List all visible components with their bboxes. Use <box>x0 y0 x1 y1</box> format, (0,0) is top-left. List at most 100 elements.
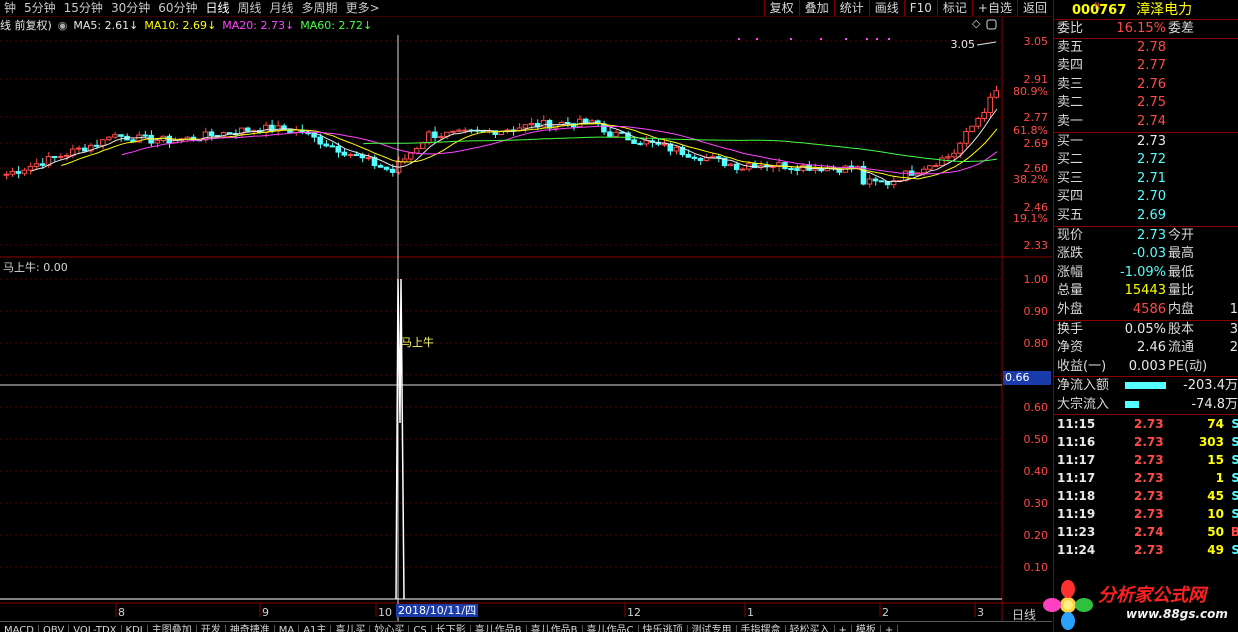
bid-row[interactable]: 买五 2.69 <box>1054 207 1238 226</box>
indicator-tab[interactable]: 开发 <box>197 625 226 632</box>
tick-price: 2.73 <box>1134 453 1164 468</box>
candle-body <box>112 134 118 138</box>
flower-logo-icon <box>1043 580 1093 630</box>
indicator-tab[interactable]: MACD <box>0 625 39 632</box>
candle-body <box>154 140 160 144</box>
indicator-tab[interactable]: 喜儿作品B <box>527 625 583 632</box>
indicator-axis-label: 1.00 <box>1024 273 1049 286</box>
indicator-tab[interactable]: OBV <box>39 625 70 632</box>
period-tab[interactable]: 日线 <box>202 1 234 16</box>
candle-body <box>438 135 444 138</box>
candle-body <box>407 152 414 160</box>
tick-direction: S <box>1231 451 1238 469</box>
candle-body <box>939 157 945 166</box>
period-tab[interactable]: 15分钟 <box>60 1 107 16</box>
indicator-tab[interactable]: + <box>835 625 852 632</box>
indicator-tab[interactable]: 喜儿作品B <box>471 625 527 632</box>
fundamental-row: 净资 2.46 流通 2 <box>1054 339 1238 358</box>
tool-button[interactable]: 叠加 <box>798 0 834 16</box>
indicator-tab[interactable]: 模板 <box>852 625 881 632</box>
indicator-tab[interactable]: KDJ <box>122 625 148 632</box>
indicator-tab[interactable]: 快乐逃顶 <box>639 625 688 632</box>
period-tab[interactable]: 钟 <box>0 1 20 16</box>
chart-canvas[interactable]: 3.052.912.772.692.602.462.3380.9%61.8%38… <box>0 17 1052 621</box>
ask-row[interactable]: 卖一 2.74 <box>1054 113 1238 132</box>
candle-body <box>335 146 342 153</box>
indicator-tab[interactable]: 主图叠加 <box>148 625 197 632</box>
ma-legend: 线 前复权) ◉ MA5: 2.61↓ MA10: 2.69↓ MA20: 2.73↓ M… <box>0 19 378 33</box>
period-tab[interactable]: 30分钟 <box>107 1 154 16</box>
indicator-tab[interactable]: 妙心买 <box>370 625 410 632</box>
signal-dot <box>845 38 847 40</box>
quote-value: 4586 <box>1132 301 1166 317</box>
indicator-tab[interactable]: 测试专用 <box>688 625 737 632</box>
ask-row[interactable]: 卖三 2.76 <box>1054 76 1238 95</box>
indicator-tab[interactable]: 喜儿买 <box>331 625 371 632</box>
fund-flow-row: 净流入额 -203.4万 <box>1054 377 1238 396</box>
bid-row[interactable]: 买一 2.73 <box>1054 133 1238 152</box>
period-tab[interactable]: 更多> <box>342 1 384 16</box>
indicator-tab[interactable]: A1主 <box>299 625 332 632</box>
settings-circle-icon[interactable]: ◉ <box>58 19 68 32</box>
tool-button[interactable]: 标记 <box>936 0 972 16</box>
ask-row[interactable]: 卖四 2.77 <box>1054 57 1238 76</box>
indicator-axis-label: 0.90 <box>1024 305 1049 318</box>
period-tab[interactable]: 月线 <box>266 1 298 16</box>
ask-price: 2.75 <box>1137 95 1166 111</box>
signal-dot <box>756 38 758 40</box>
bid-row[interactable]: 买二 2.72 <box>1054 151 1238 170</box>
bid-row[interactable]: 买四 2.70 <box>1054 188 1238 207</box>
candle-body <box>51 156 58 159</box>
tick-list[interactable]: 11:152.7374S11:162.73303S11:172.7315S11:… <box>1054 415 1238 559</box>
candle-body <box>353 154 360 157</box>
period-tab[interactable]: 60分钟 <box>154 1 201 16</box>
tick-volume: 10 <box>1207 507 1224 522</box>
fundamental-label-2: 流通 <box>1168 340 1195 356</box>
candle-body <box>456 129 462 132</box>
tick-volume: 303 <box>1198 435 1224 450</box>
period-tab[interactable]: 多周期 <box>298 1 342 16</box>
tool-button[interactable]: 返回 <box>1016 0 1052 16</box>
period-tab[interactable]: 周线 <box>234 1 266 16</box>
quote-value: 15443 <box>1124 283 1166 299</box>
quote-panel: R 000767 漳泽电力 委比 16.15% 委差 卖五 2.78 卖四 2.77 卖… <box>1053 0 1238 632</box>
candle-body <box>208 131 215 137</box>
fib-level-label: 61.8% <box>1013 124 1048 137</box>
indicator-tab[interactable]: 神奇捷准 <box>226 625 275 632</box>
ask-row[interactable]: 卖五 2.78 <box>1054 39 1238 58</box>
indicator-tab[interactable]: 手指摆盒 <box>737 625 786 632</box>
candle-body <box>975 118 981 127</box>
tool-button[interactable]: 复权 <box>763 0 799 16</box>
ask-row[interactable]: 卖二 2.75 <box>1054 94 1238 113</box>
period-tab[interactable]: 5分钟 <box>20 1 60 16</box>
bid-price: 2.71 <box>1137 170 1166 186</box>
indicator-tab[interactable]: MA <box>275 625 300 632</box>
price-axis-label: 2.77 <box>1024 111 1049 124</box>
fundamental-value: 0.05% <box>1124 321 1166 337</box>
indicator-tab[interactable]: 轻松买入 <box>786 625 835 632</box>
candle-body <box>691 156 698 159</box>
candle-body <box>15 171 22 174</box>
period-tabs: 钟 5分钟 15分钟 30分钟 60分钟 日线 周线 月线 多周期 更多> <box>0 1 384 16</box>
tool-button[interactable]: F10 <box>903 0 937 16</box>
tick-direction: S <box>1231 433 1238 451</box>
quote-label: 涨跌 <box>1057 246 1084 262</box>
top-toolbar: 钟 5分钟 15分钟 30分钟 60分钟 日线 周线 月线 多周期 更多> 复权 叠加 统计 画线 F10… <box>0 0 1052 17</box>
tick-direction: B <box>1231 523 1238 541</box>
bid-row[interactable]: 买三 2.71 <box>1054 170 1238 189</box>
bid-price: 2.72 <box>1137 152 1166 168</box>
candle-body <box>75 147 82 150</box>
tool-button[interactable]: +自选 <box>971 0 1017 16</box>
tick-row: 11:18 2.73 45 S <box>1054 487 1238 505</box>
bid-label: 买二 <box>1057 152 1084 168</box>
month-label: 10 <box>378 606 392 619</box>
indicator-tab[interactable]: 喜儿作品C <box>583 625 639 632</box>
indicator-tab[interactable]: + <box>881 625 899 632</box>
indicator-tab[interactable]: VOL-TDX <box>69 625 122 632</box>
indicator-tab[interactable]: CS <box>409 625 432 632</box>
candle-body <box>794 168 800 171</box>
indicator-tab[interactable]: 长下影 <box>432 625 471 632</box>
tool-button[interactable]: 统计 <box>833 0 869 16</box>
indicator-signal-name: 马上牛 <box>401 336 434 349</box>
tool-button[interactable]: 画线 <box>868 0 904 16</box>
